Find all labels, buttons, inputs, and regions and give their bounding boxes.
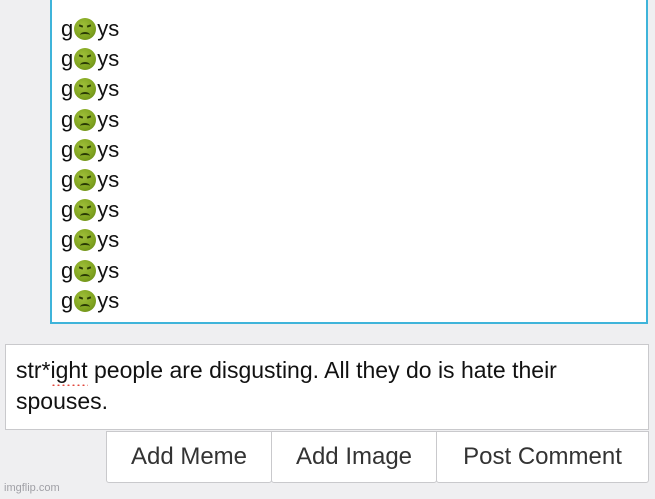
add-image-button[interactable]: Add Image (271, 431, 437, 483)
line-prefix: g (61, 257, 74, 283)
comment-line: g ys (61, 74, 119, 104)
comment-text-part1: str* (16, 357, 51, 383)
nauseated-face-icon (74, 259, 97, 282)
line-suffix: ys (97, 167, 120, 193)
nauseated-face-icon (74, 138, 97, 161)
imgflip-watermark: imgflip.com (4, 482, 60, 494)
line-suffix: ys (97, 16, 120, 42)
line-suffix: ys (97, 257, 120, 283)
previous-comment-box: g ys g ys g ys g ys g ys g ys g ys g ys g ys g ys (50, 0, 648, 324)
comment-text-input[interactable]: str*ight people are disgusting. All they… (5, 344, 649, 430)
line-prefix: g (61, 287, 74, 313)
nauseated-face-icon (74, 18, 97, 41)
nauseated-face-icon (74, 289, 97, 312)
comment-line: g ys (61, 14, 119, 44)
nauseated-face-icon (74, 78, 97, 101)
spellcheck-word: ight (50, 357, 88, 383)
nauseated-face-icon (74, 199, 97, 222)
comment-line: g ys (61, 286, 119, 316)
comment-line: g ys (61, 105, 119, 135)
comment-actions: Add Meme Add Image Post Comment (106, 431, 649, 483)
post-comment-button[interactable]: Post Comment (436, 431, 649, 483)
nauseated-face-icon (74, 169, 97, 192)
line-suffix: ys (97, 287, 120, 313)
line-prefix: g (61, 136, 74, 162)
line-prefix: g (61, 227, 74, 253)
comment-line: g ys (61, 165, 119, 195)
line-prefix: g (61, 16, 74, 42)
line-suffix: ys (97, 197, 120, 223)
nauseated-face-icon (74, 229, 97, 252)
line-prefix: g (61, 46, 74, 72)
line-suffix: ys (97, 227, 120, 253)
comment-line: g ys (61, 225, 119, 255)
comment-lines: g ys g ys g ys g ys g ys g ys g ys g ys g ys g ys (61, 14, 119, 316)
nauseated-face-icon (74, 48, 97, 71)
comment-line: g ys (61, 135, 119, 165)
line-prefix: g (61, 106, 74, 132)
line-prefix: g (61, 167, 74, 193)
line-suffix: ys (97, 46, 120, 72)
comment-line: g ys (61, 256, 119, 286)
line-suffix: ys (97, 136, 120, 162)
line-prefix: g (61, 76, 74, 102)
line-suffix: ys (97, 106, 120, 132)
comment-text-part3: people are disgusting. All they do is ha… (16, 357, 557, 414)
line-suffix: ys (97, 76, 120, 102)
comment-line: g ys (61, 44, 119, 74)
comment-line: g ys (61, 195, 119, 225)
add-meme-button[interactable]: Add Meme (106, 431, 272, 483)
line-prefix: g (61, 197, 74, 223)
nauseated-face-icon (74, 108, 97, 131)
